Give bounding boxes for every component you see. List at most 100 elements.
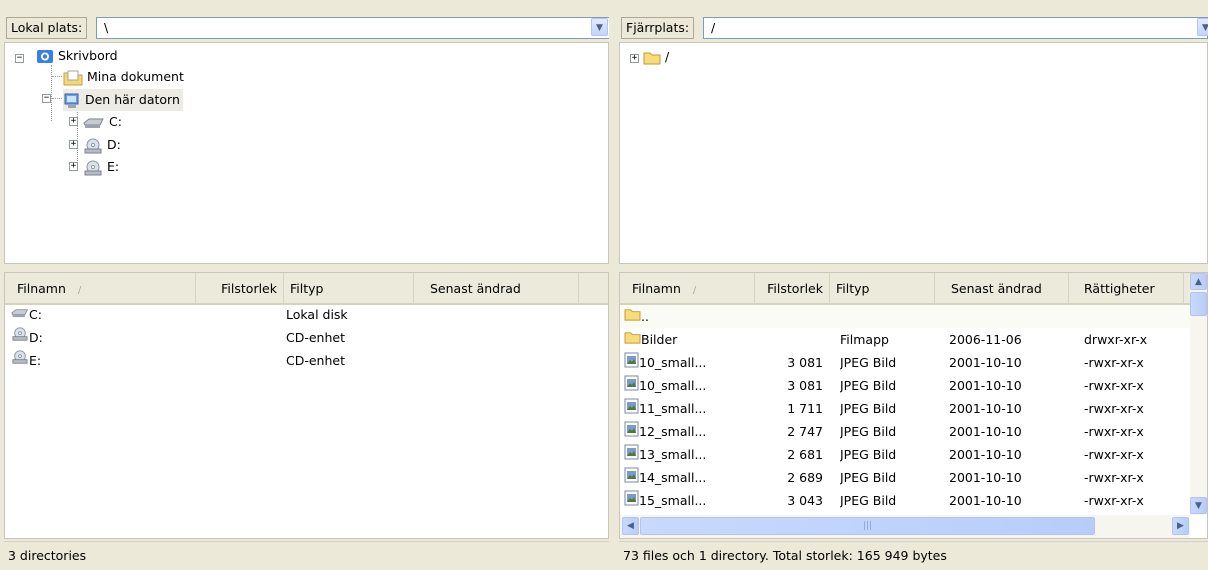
file-permissions bbox=[1084, 305, 1184, 328]
folder-icon bbox=[624, 309, 641, 325]
image-file-icon bbox=[624, 444, 639, 463]
horizontal-scrollbar[interactable]: ◀ ||| ▶ bbox=[620, 515, 1190, 538]
my-computer-icon bbox=[63, 92, 81, 108]
local-status-bar: 3 directories bbox=[4, 541, 609, 569]
local-location-value: \ bbox=[104, 20, 109, 35]
tree-item-den-har-datorn[interactable]: Den här datorn bbox=[63, 89, 183, 111]
table-row[interactable]: 13_small... 2 681 JPEG Bild 2001-10-10 -rwxr… bbox=[620, 443, 1190, 466]
remote-location-dropdown-button[interactable]: ▼ bbox=[1197, 18, 1208, 36]
local-location-bar: Lokal plats: \ ▼ bbox=[4, 14, 610, 42]
remote-location-input[interactable]: / bbox=[703, 17, 1208, 39]
file-permissions: -rwxr-xr-x bbox=[1084, 447, 1144, 462]
file-type: CD-enhet bbox=[286, 353, 345, 368]
tree-item-label: E: bbox=[106, 159, 120, 174]
column-header-filtyp[interactable]: Filtyp bbox=[284, 273, 414, 303]
local-tree-pane[interactable]: − − + + + Skrivbord Mina dokument Den hä… bbox=[4, 42, 609, 264]
file-type: Lokal disk bbox=[286, 307, 348, 322]
file-modified: 2001-10-10 bbox=[949, 470, 1022, 485]
column-header-rattigheter[interactable]: Rättigheter bbox=[1069, 273, 1184, 303]
remote-status-text: 73 files och 1 directory. Total storlek:… bbox=[623, 548, 947, 563]
sort-indicator: / bbox=[77, 285, 82, 296]
image-file-icon bbox=[624, 421, 639, 440]
file-size bbox=[755, 328, 823, 351]
desktop-icon bbox=[36, 48, 54, 63]
file-name: 13_small... bbox=[639, 447, 707, 462]
image-file-icon bbox=[624, 490, 639, 509]
expander-minus-icon[interactable]: − bbox=[42, 94, 51, 103]
vertical-splitter[interactable] bbox=[609, 14, 619, 569]
tree-item-root[interactable]: / bbox=[643, 46, 669, 68]
list-item[interactable]: D: CD-enhet bbox=[5, 326, 608, 349]
expander-plus-icon[interactable]: + bbox=[69, 162, 78, 171]
table-row[interactable]: 12_small... 2 747 JPEG Bild 2001-10-10 -rwxr… bbox=[620, 420, 1190, 443]
table-row[interactable]: 11_small... 1 711 JPEG Bild 2001-10-10 -rwxr… bbox=[620, 397, 1190, 420]
file-name: 10_small... bbox=[639, 378, 707, 393]
file-name: 14_small... bbox=[639, 470, 707, 485]
file-permissions: -rwxr-xr-x bbox=[1084, 378, 1144, 393]
table-row[interactable]: 14_small... 2 689 JPEG Bild 2001-10-10 -rwxr… bbox=[620, 466, 1190, 489]
file-permissions: -rwxr-xr-x bbox=[1084, 401, 1144, 416]
tree-item-d[interactable]: D: bbox=[83, 134, 121, 156]
tree-item-label: / bbox=[664, 49, 670, 64]
file-permissions: -rwxr-xr-x bbox=[1084, 355, 1144, 370]
table-row[interactable]: 10_small... 3 081 JPEG Bild 2001-10-10 -rwxr… bbox=[620, 374, 1190, 397]
file-name: D: bbox=[29, 330, 43, 345]
file-size: 1 711 bbox=[787, 401, 823, 416]
local-status-text: 3 directories bbox=[8, 548, 87, 563]
local-location-input[interactable]: \ bbox=[96, 17, 610, 39]
column-header-filnamn[interactable]: Filnamn / bbox=[5, 273, 196, 303]
file-size bbox=[755, 305, 823, 328]
vertical-scrollbar[interactable]: ▲ ▼ bbox=[1190, 273, 1207, 515]
expander-plus-icon[interactable]: + bbox=[69, 117, 78, 126]
list-item[interactable]: E: CD-enhet bbox=[5, 349, 608, 372]
local-file-list[interactable]: Filnamn / Filstorlek Filtyp Senast ändrad… bbox=[4, 272, 609, 539]
file-permissions: drwxr-xr-x bbox=[1084, 332, 1148, 347]
remote-tree-pane[interactable]: + / bbox=[619, 42, 1208, 264]
local-location-dropdown-button[interactable]: ▼ bbox=[591, 18, 608, 36]
column-header-senast-andrad[interactable]: Senast ändrad bbox=[414, 273, 579, 303]
table-row[interactable]: 10_small... 3 081 JPEG Bild 2001-10-10 -rwxr… bbox=[620, 351, 1190, 374]
remote-location-value: / bbox=[711, 20, 716, 35]
file-name: 10_small... bbox=[639, 355, 707, 370]
tree-item-c[interactable]: C: bbox=[83, 111, 122, 133]
list-item[interactable]: C: Lokal disk bbox=[5, 303, 608, 326]
column-header-filstorlek[interactable]: Filstorlek bbox=[196, 273, 284, 303]
tree-item-e[interactable]: E: bbox=[83, 156, 119, 178]
scroll-thumb[interactable] bbox=[1190, 292, 1207, 316]
expander-plus-icon[interactable]: + bbox=[630, 54, 639, 63]
expander-plus-icon[interactable]: + bbox=[69, 140, 78, 149]
documents-folder-icon bbox=[63, 69, 83, 85]
image-file-icon bbox=[624, 467, 639, 486]
table-row[interactable]: .. bbox=[620, 305, 1190, 328]
local-location-label: Lokal plats: bbox=[6, 17, 88, 39]
column-header-filstorlek[interactable]: Filstorlek bbox=[755, 273, 830, 303]
expander-minus-icon[interactable]: − bbox=[15, 54, 24, 63]
file-name: .. bbox=[641, 309, 649, 324]
remote-status-bar: 73 files och 1 directory. Total storlek:… bbox=[619, 541, 1208, 569]
table-row[interactable]: Bilder Filmapp 2006-11-06 drwxr-xr-x bbox=[620, 328, 1190, 351]
file-size: 2 747 bbox=[787, 424, 823, 439]
cd-drive-icon bbox=[83, 137, 103, 153]
hard-disk-icon bbox=[11, 307, 29, 322]
tree-item-mina-dokument[interactable]: Mina dokument bbox=[63, 66, 184, 88]
scroll-left-button[interactable]: ◀ bbox=[622, 517, 639, 535]
tree-item-label: D: bbox=[106, 137, 121, 152]
file-modified: 2001-10-10 bbox=[949, 355, 1022, 370]
tree-item-desktop[interactable]: Skrivbord bbox=[36, 45, 118, 67]
column-header-senast-andrad[interactable]: Senast ändrad bbox=[935, 273, 1069, 303]
file-size: 3 081 bbox=[787, 378, 823, 393]
remote-file-list[interactable]: Filnamn / Filstorlek Filtyp Senast ändrad… bbox=[619, 272, 1208, 539]
file-name: 15_small... bbox=[639, 493, 707, 508]
file-name: C: bbox=[29, 307, 42, 322]
horizontal-scroll-thumb[interactable]: ||| bbox=[640, 517, 1095, 535]
column-header-filtyp[interactable]: Filtyp bbox=[830, 273, 935, 303]
column-header-filnamn[interactable]: Filnamn / bbox=[620, 273, 755, 303]
file-name: 12_small... bbox=[639, 424, 707, 439]
scroll-right-button[interactable]: ▶ bbox=[1172, 517, 1189, 535]
table-row[interactable]: 15_small... 3 043 JPEG Bild 2001-10-10 -rwxr… bbox=[620, 489, 1190, 511]
tree-item-label: Mina dokument bbox=[86, 69, 184, 84]
file-name: Bilder bbox=[641, 332, 678, 347]
file-permissions: -rwxr-xr-x bbox=[1084, 493, 1144, 508]
scroll-down-button[interactable]: ▼ bbox=[1190, 497, 1207, 514]
scroll-up-button[interactable]: ▲ bbox=[1190, 273, 1207, 290]
